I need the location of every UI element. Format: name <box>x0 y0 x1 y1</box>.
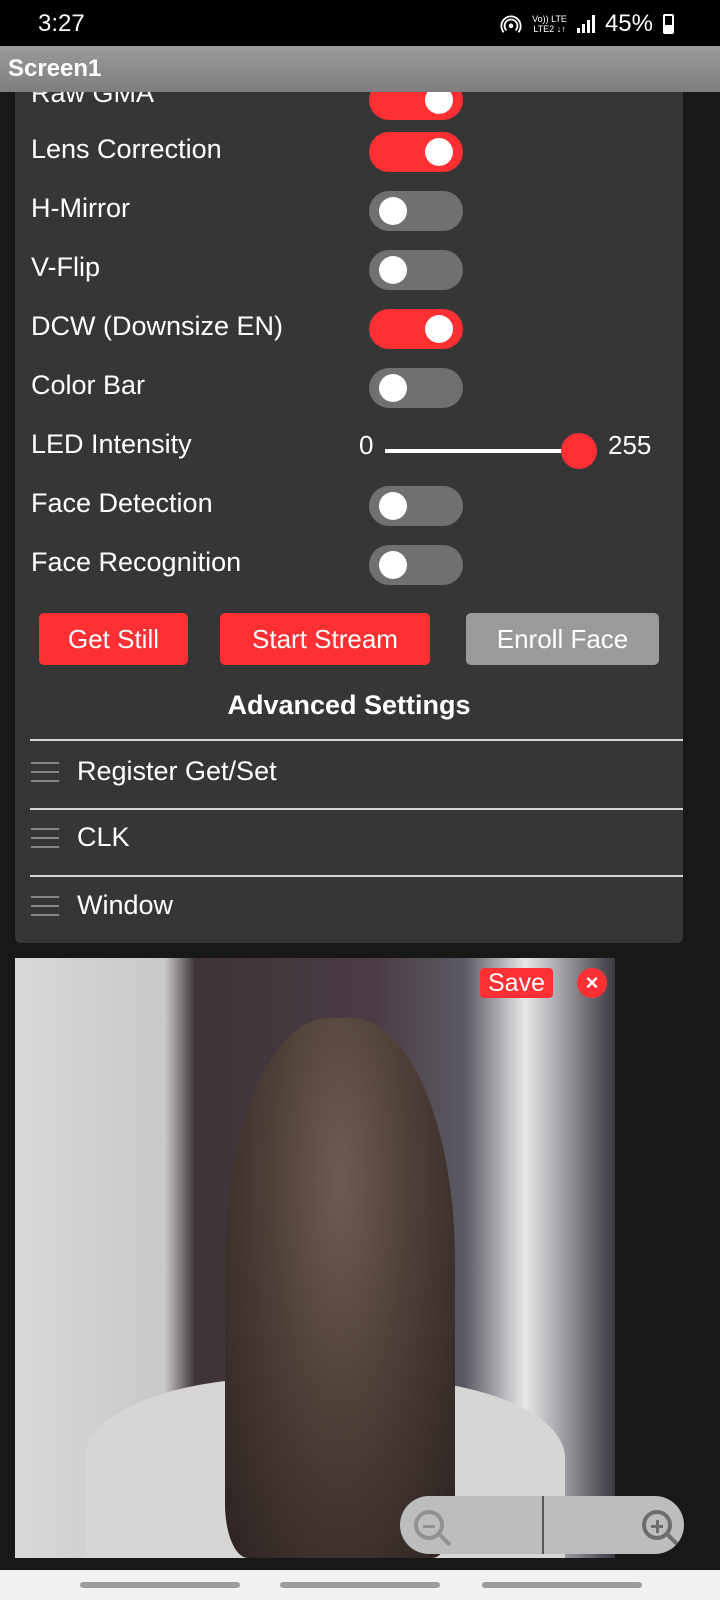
led-max-value: 255 <box>608 430 652 460</box>
menu-item-label: Register Get/Set <box>77 756 277 786</box>
signal-icon <box>576 15 595 33</box>
app-title-bar: Screen1 <box>0 46 720 92</box>
toggle-knob <box>379 374 407 402</box>
settings-panel: Raw GMA Lens Correction H-Mirror V-Flip … <box>15 92 683 943</box>
led-slider-thumb[interactable] <box>561 433 597 469</box>
raw-gma-toggle[interactable] <box>369 92 463 120</box>
get-still-button[interactable]: Get Still <box>39 613 188 665</box>
face-recognition-toggle[interactable] <box>369 545 463 585</box>
menu-icon <box>31 761 59 782</box>
app-title: Screen1 <box>8 55 102 82</box>
led-intensity-label: LED Intensity <box>31 429 192 459</box>
zoom-control <box>400 1496 684 1554</box>
start-stream-button[interactable]: Start Stream <box>220 613 430 665</box>
toggle-knob <box>379 256 407 284</box>
h-mirror-label: H-Mirror <box>31 193 130 223</box>
battery-icon <box>663 14 674 34</box>
zoom-in-button[interactable] <box>544 1496 684 1554</box>
v-flip-label: V-Flip <box>31 252 101 282</box>
status-bar: 3:27 Vo)) LTE LTE2 ↓↑ 45% <box>0 0 720 46</box>
toggle-knob <box>379 197 407 225</box>
toggle-knob <box>425 92 453 114</box>
color-bar-label: Color Bar <box>31 370 146 400</box>
lens-correction-toggle[interactable] <box>369 132 463 172</box>
menu-item-register[interactable]: Register Get/Set <box>31 756 277 787</box>
nav-back-button[interactable] <box>482 1582 642 1588</box>
hotspot-icon <box>500 15 522 33</box>
menu-item-window[interactable]: Window <box>31 890 173 921</box>
menu-item-label: CLK <box>77 822 130 852</box>
save-button[interactable]: Save <box>480 968 553 998</box>
divider <box>30 875 683 877</box>
nav-home-button[interactable] <box>280 1582 440 1588</box>
led-min-value: 0 <box>359 430 374 460</box>
menu-icon <box>31 895 59 916</box>
menu-item-label: Window <box>77 890 174 920</box>
divider <box>30 808 683 810</box>
menu-icon <box>31 827 59 848</box>
face-detection-toggle[interactable] <box>369 486 463 526</box>
advanced-settings-title: Advanced Settings <box>227 690 471 720</box>
toggle-knob <box>425 315 453 343</box>
face-detection-label: Face Detection <box>31 488 213 518</box>
status-time: 3:27 <box>38 10 85 37</box>
dcw-label: DCW (Downsize EN) <box>31 311 284 341</box>
lens-correction-label: Lens Correction <box>31 134 222 164</box>
zoom-in-icon <box>642 1510 672 1540</box>
divider <box>30 739 683 741</box>
system-nav-bar <box>0 1570 720 1600</box>
zoom-out-icon <box>414 1510 444 1540</box>
enroll-face-button[interactable]: Enroll Face <box>466 613 659 665</box>
v-flip-toggle[interactable] <box>369 250 463 290</box>
network-type-bottom: LTE2 ↓↑ <box>533 24 566 34</box>
battery-percent: 45% <box>604 10 653 37</box>
toggle-knob <box>425 138 453 166</box>
h-mirror-toggle[interactable] <box>369 191 463 231</box>
network-type-top: Vo)) LTE <box>532 14 567 24</box>
zoom-out-button[interactable] <box>400 1496 544 1554</box>
camera-stream-image <box>15 958 615 1558</box>
toggle-knob <box>379 551 407 579</box>
raw-gma-label: Raw GMA <box>31 92 155 108</box>
dcw-toggle[interactable] <box>369 309 463 349</box>
camera-subject <box>225 1018 455 1558</box>
nav-recents-button[interactable] <box>80 1582 240 1588</box>
close-icon[interactable]: × <box>577 968 607 998</box>
menu-item-clk[interactable]: CLK <box>31 822 130 853</box>
color-bar-toggle[interactable] <box>369 368 463 408</box>
face-recognition-label: Face Recognition <box>31 547 242 577</box>
toggle-knob <box>379 492 407 520</box>
status-icons: Vo)) LTE LTE2 ↓↑ 45% <box>500 10 674 38</box>
network-type: Vo)) LTE LTE2 ↓↑ <box>532 14 567 34</box>
